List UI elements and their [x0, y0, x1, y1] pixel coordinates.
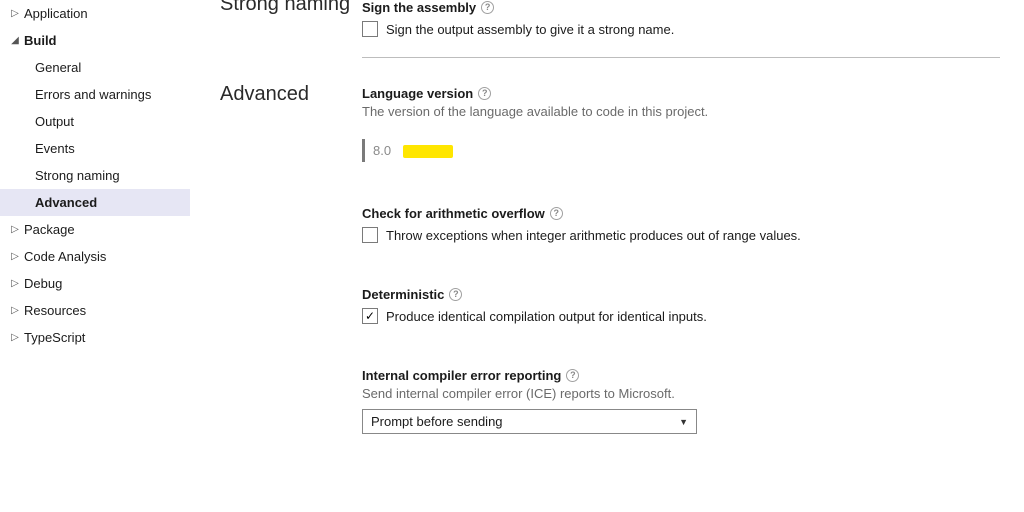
sidebar-subitem-errors[interactable]: Errors and warnings	[0, 81, 190, 108]
language-version-value: 8.0	[373, 143, 391, 158]
sidebar-item-application[interactable]: ▷ Application	[0, 0, 190, 27]
sign-assembly-checkbox[interactable]	[362, 21, 378, 37]
help-icon[interactable]: ?	[478, 87, 491, 100]
help-icon[interactable]: ?	[481, 1, 494, 14]
setting-sign-assembly: Sign the assembly ? Sign the output asse…	[362, 0, 1000, 37]
language-version-value-box: 8.0	[362, 139, 461, 162]
sidebar-subitem-general[interactable]: General	[0, 54, 190, 81]
sidebar-item-label: Code Analysis	[24, 249, 106, 264]
sidebar-item-label: Build	[24, 33, 57, 48]
settings-content: Sign the assembly ? Sign the output asse…	[362, 0, 1024, 512]
sidebar-item-resources[interactable]: ▷ Resources	[0, 297, 190, 324]
chevron-right-icon: ▷	[8, 224, 22, 235]
sidebar-item-label: Debug	[24, 276, 62, 291]
checkbox-label: Throw exceptions when integer arithmetic…	[386, 228, 801, 243]
setting-title: Deterministic	[362, 287, 444, 302]
chevron-right-icon: ▷	[8, 305, 22, 316]
setting-description: The version of the language available to…	[362, 104, 1000, 119]
deterministic-checkbox[interactable]: ✓	[362, 308, 378, 324]
sidebar-item-code-analysis[interactable]: ▷ Code Analysis	[0, 243, 190, 270]
sidebar-item-debug[interactable]: ▷ Debug	[0, 270, 190, 297]
setting-arithmetic-overflow: Check for arithmetic overflow ? Throw ex…	[362, 206, 1000, 243]
sidebar-item-package[interactable]: ▷ Package	[0, 216, 190, 243]
setting-description: Send internal compiler error (ICE) repor…	[362, 386, 1000, 401]
chevron-right-icon: ▷	[8, 251, 22, 262]
setting-ice-reporting: Internal compiler error reporting ? Send…	[362, 368, 1000, 434]
setting-title: Language version	[362, 86, 473, 101]
help-icon[interactable]: ?	[449, 288, 462, 301]
sidebar-item-label: Package	[24, 222, 75, 237]
chevron-right-icon: ▷	[8, 8, 22, 19]
chevron-down-icon: ▼	[679, 417, 688, 427]
setting-language-version: Language version ? The version of the la…	[362, 86, 1000, 162]
chevron-down-icon: ◢	[8, 35, 22, 46]
sidebar-item-label: Resources	[24, 303, 86, 318]
section-heading-advanced: Advanced	[220, 82, 362, 106]
section-heading-strong-naming: Strong naming	[220, 0, 362, 16]
ice-reporting-dropdown[interactable]: Prompt before sending ▼	[362, 409, 697, 434]
sidebar-subitem-advanced[interactable]: Advanced	[0, 189, 190, 216]
checkbox-label: Sign the output assembly to give it a st…	[386, 22, 674, 37]
checkbox-label: Produce identical compilation output for…	[386, 309, 707, 324]
sidebar-item-build[interactable]: ◢ Build	[0, 27, 190, 54]
sidebar-subitem-strong-naming[interactable]: Strong naming	[0, 162, 190, 189]
setting-title: Check for arithmetic overflow	[362, 206, 545, 221]
setting-title: Sign the assembly	[362, 0, 476, 15]
help-icon[interactable]: ?	[566, 369, 579, 382]
help-icon[interactable]: ?	[550, 207, 563, 220]
overflow-checkbox[interactable]	[362, 227, 378, 243]
redaction-highlight	[403, 145, 453, 158]
chevron-right-icon: ▷	[8, 332, 22, 343]
setting-title: Internal compiler error reporting	[362, 368, 561, 383]
setting-deterministic: Deterministic ? ✓ Produce identical comp…	[362, 287, 1000, 324]
chevron-right-icon: ▷	[8, 278, 22, 289]
dropdown-selected-value: Prompt before sending	[371, 414, 503, 429]
sidebar-subitem-output[interactable]: Output	[0, 108, 190, 135]
sidebar-item-label: Application	[24, 6, 88, 21]
sidebar-item-typescript[interactable]: ▷ TypeScript	[0, 324, 190, 351]
settings-sidebar: ▷ Application ◢ Build General Errors and…	[0, 0, 190, 512]
sidebar-subitem-events[interactable]: Events	[0, 135, 190, 162]
section-name-column: Strong naming Advanced	[190, 0, 362, 512]
section-divider	[362, 57, 1000, 58]
sidebar-item-label: TypeScript	[24, 330, 85, 345]
